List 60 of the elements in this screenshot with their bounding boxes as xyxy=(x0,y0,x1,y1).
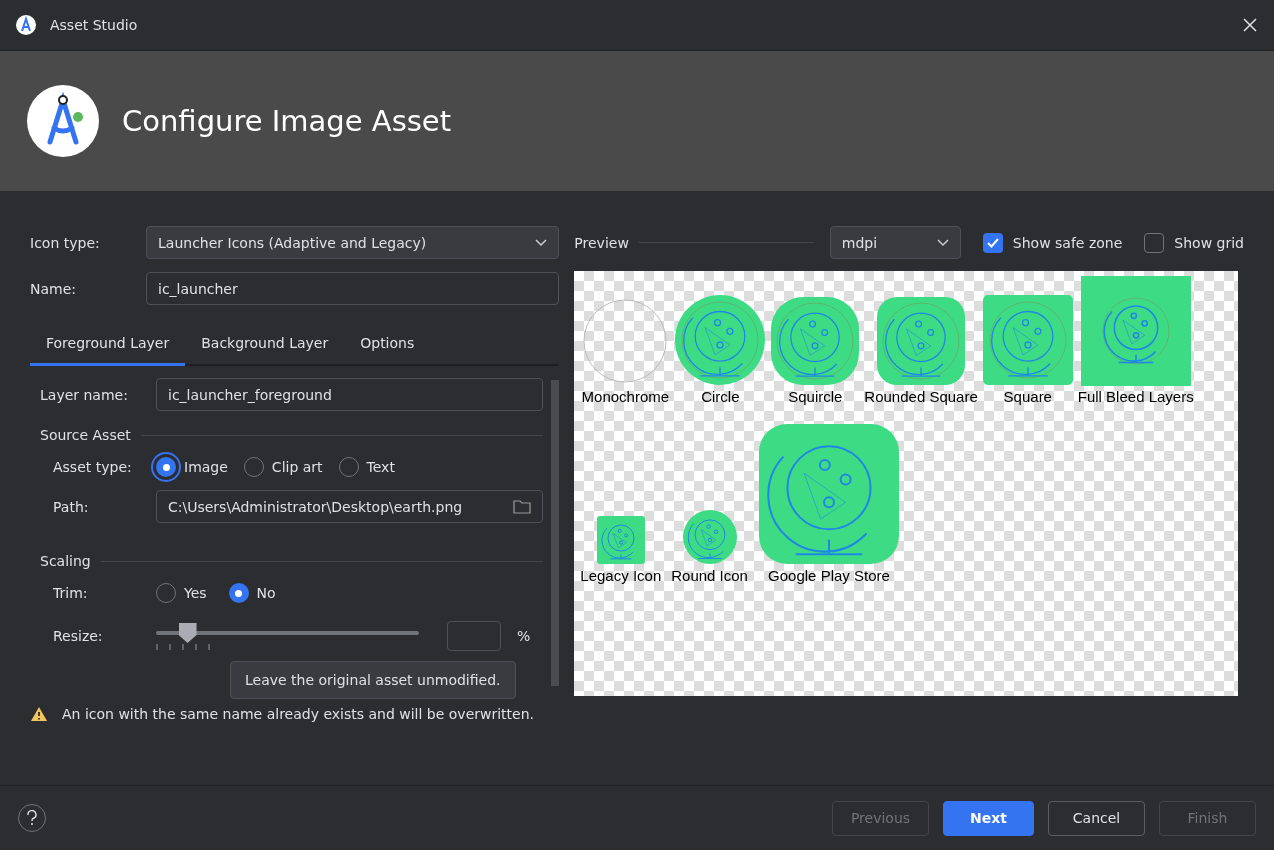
radio-option[interactable]: Clip art xyxy=(243,457,323,477)
warning-icon xyxy=(30,706,48,722)
radio-option[interactable]: No xyxy=(228,583,276,603)
icon-caption: Google Play Store xyxy=(768,567,890,584)
resize-field[interactable] xyxy=(447,621,501,651)
close-icon[interactable] xyxy=(1242,17,1258,33)
section-heading: Scaling xyxy=(40,553,91,569)
checkbox[interactable]: Show grid xyxy=(1144,232,1244,253)
globe-icon xyxy=(876,296,967,386)
window-title: Asset Studio xyxy=(50,17,139,33)
warning-message: An icon with the same name already exists and will be overwritten. xyxy=(62,706,535,722)
icon-type-dropdown[interactable]: Launcher Icons (Adaptive and Legacy) xyxy=(146,226,560,259)
globe-icon xyxy=(595,515,646,565)
app-logo-icon xyxy=(26,84,100,158)
tab[interactable]: Options xyxy=(344,326,431,366)
tab[interactable]: Background Layer xyxy=(185,326,345,366)
field-label: Path: xyxy=(52,498,90,515)
section-heading: Source Asset xyxy=(40,427,131,443)
folder-icon[interactable] xyxy=(513,499,532,514)
dialog-button[interactable]: Next xyxy=(943,800,1034,836)
globe-icon xyxy=(1080,276,1191,386)
radio-option[interactable]: Image xyxy=(156,457,228,477)
icon-caption: Circle xyxy=(701,388,740,405)
icon-caption: Rounded Square xyxy=(864,388,978,405)
caret-icon xyxy=(535,238,548,247)
dialog-button[interactable]: Cancel xyxy=(1048,800,1145,836)
tab[interactable]: Foreground Layer xyxy=(30,326,186,366)
globe-icon xyxy=(681,509,738,565)
caret-icon xyxy=(936,238,949,247)
globe-icon xyxy=(981,294,1074,386)
resize-slider[interactable] xyxy=(156,621,419,651)
icon-caption: Squircle xyxy=(788,388,843,405)
icon-caption: Legacy Icon xyxy=(580,567,662,584)
name-field[interactable]: ic_launcher xyxy=(146,272,560,305)
icon-caption: Full Bleed Layers xyxy=(1077,388,1194,405)
field-label: Layer name: xyxy=(40,386,129,403)
checkbox[interactable]: Show safe zone xyxy=(982,232,1123,253)
app-logo-icon xyxy=(16,15,36,35)
page-title: Configure Image Asset xyxy=(122,104,452,138)
unit-label: % xyxy=(517,628,531,644)
field-label: Icon type: xyxy=(30,234,101,251)
field-label: Name: xyxy=(30,280,78,297)
preview-label: Preview xyxy=(574,234,629,251)
globe-icon xyxy=(757,423,900,565)
path-field[interactable]: C:\Users\Administrator\Desktop\earth.png xyxy=(156,490,544,523)
question-mark-icon xyxy=(26,810,38,826)
field-label: Resize: xyxy=(52,628,104,644)
icon-caption: Square xyxy=(1003,388,1052,405)
layer-name-field[interactable]: ic_launcher_foreground xyxy=(156,378,544,411)
field-label: Asset type: xyxy=(52,459,133,475)
density-dropdown[interactable]: mdpi xyxy=(829,226,961,259)
globe-icon xyxy=(770,296,861,386)
globe-icon xyxy=(674,294,767,386)
radio-option[interactable]: Yes xyxy=(156,583,207,603)
icon-caption: Round Icon xyxy=(671,567,748,584)
radio-option[interactable]: Text xyxy=(338,457,395,477)
tooltip: Leave the original asset unmodified. xyxy=(230,661,516,699)
field-label: Trim: xyxy=(52,585,89,601)
scrollbar[interactable] xyxy=(551,380,560,686)
icon-caption: Monochrome xyxy=(581,388,670,405)
